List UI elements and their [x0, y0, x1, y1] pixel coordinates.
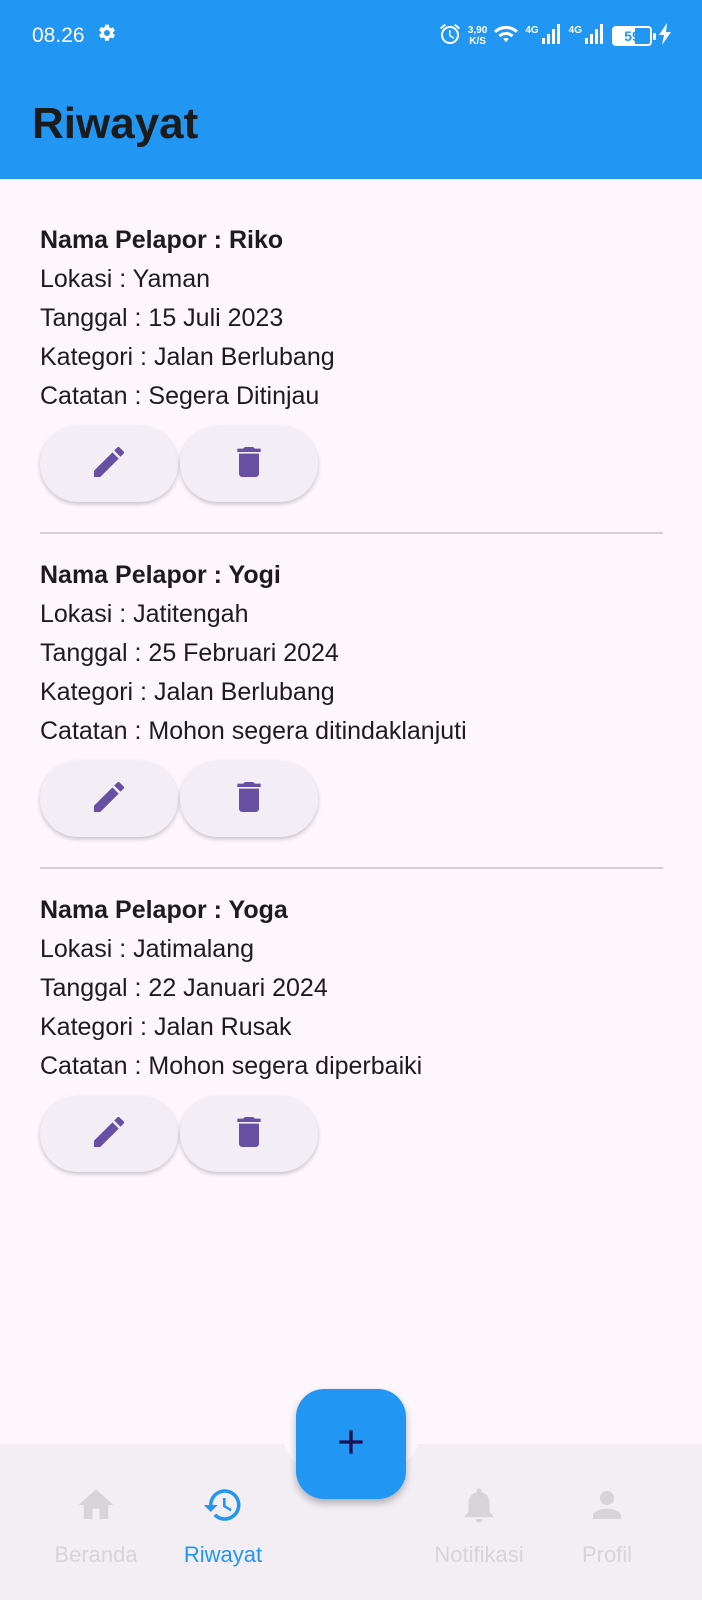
network-type-2: 4G: [568, 24, 582, 36]
pencil-icon: [89, 442, 129, 487]
battery-icon: 59: [612, 26, 656, 46]
report-list: Nama Pelapor : Riko Lokasi : Yaman Tangg…: [40, 179, 663, 1202]
report-item: Nama Pelapor : Yogi Lokasi : Jatitengah …: [40, 534, 663, 869]
home-icon: [75, 1484, 117, 1532]
nav-label-profil: Profil: [581, 1542, 633, 1567]
edit-button[interactable]: [40, 761, 178, 837]
report-location: Lokasi : Jatimalang: [40, 935, 255, 963]
reporter-name: Nama Pelapor : Riko: [40, 226, 284, 254]
report-note: Catatan : Segera Ditinjau: [40, 382, 320, 410]
report-category: Kategori : Jalan Rusak: [40, 1013, 292, 1041]
signal-icon: [541, 23, 563, 50]
report-actions: [40, 1096, 663, 1172]
nav-item-riwayat[interactable]: Riwayat: [163, 1484, 283, 1568]
battery-level: 59: [624, 28, 640, 44]
report-location: Lokasi : Jatitengah: [40, 600, 249, 628]
bell-icon: [458, 1484, 500, 1532]
report-category: Kategori : Jalan Berlubang: [40, 343, 335, 371]
edit-button[interactable]: [40, 426, 178, 502]
alarm-icon: [438, 22, 462, 51]
trash-icon: [229, 1112, 269, 1157]
delete-button[interactable]: [180, 1096, 318, 1172]
gear-icon: [97, 23, 117, 49]
report-actions: [40, 761, 663, 837]
report-note: Catatan : Mohon segera diperbaiki: [40, 1052, 423, 1080]
report-location: Lokasi : Yaman: [40, 265, 211, 293]
network-type-1: 4G: [525, 24, 539, 36]
report-category: Kategori : Jalan Berlubang: [40, 678, 335, 706]
report-date: Tanggal : 25 Februari 2024: [40, 639, 339, 667]
person-icon: [586, 1484, 628, 1532]
trash-icon: [229, 442, 269, 487]
app-bar: Riwayat: [0, 72, 702, 179]
nav-label-beranda: Beranda: [54, 1542, 138, 1567]
delete-button[interactable]: [180, 426, 318, 502]
network-speed: 3,90 K/S: [468, 25, 487, 47]
reporter-name: Nama Pelapor : Yoga: [40, 896, 288, 924]
wifi-icon: [493, 23, 519, 50]
report-item: Nama Pelapor : Yoga Lokasi : Jatimalang …: [40, 869, 663, 1202]
status-bar: 08.26 3,90 K/S 4G 4G 59: [0, 0, 702, 72]
status-time: 08.26: [32, 24, 85, 47]
charging-icon: [658, 22, 672, 50]
add-report-button[interactable]: [296, 1389, 406, 1499]
report-note: Catatan : Mohon segera ditindaklanjuti: [40, 717, 467, 745]
pencil-icon: [89, 1112, 129, 1157]
history-icon: [202, 1484, 244, 1532]
delete-button[interactable]: [180, 761, 318, 837]
trash-icon: [229, 777, 269, 822]
nav-label-notifikasi: Notifikasi: [434, 1542, 524, 1567]
nav-item-profil[interactable]: Profil: [547, 1484, 667, 1568]
nav-item-beranda[interactable]: Beranda: [36, 1484, 156, 1568]
report-date: Tanggal : 15 Juli 2023: [40, 304, 284, 332]
pencil-icon: [89, 777, 129, 822]
nav-item-notifikasi[interactable]: Notifikasi: [419, 1484, 539, 1568]
plus-icon: [331, 1422, 371, 1467]
signal-icon: [584, 23, 606, 50]
report-item: Nama Pelapor : Riko Lokasi : Yaman Tangg…: [40, 179, 663, 534]
nav-label-riwayat: Riwayat: [183, 1542, 263, 1567]
edit-button[interactable]: [40, 1096, 178, 1172]
speed-unit: K/S: [469, 36, 486, 47]
page-title: Riwayat: [32, 98, 199, 148]
report-date: Tanggal : 22 Januari 2024: [40, 974, 328, 1002]
report-actions: [40, 426, 663, 502]
reporter-name: Nama Pelapor : Yogi: [40, 561, 281, 589]
speed-value: 3,90: [467, 25, 488, 36]
